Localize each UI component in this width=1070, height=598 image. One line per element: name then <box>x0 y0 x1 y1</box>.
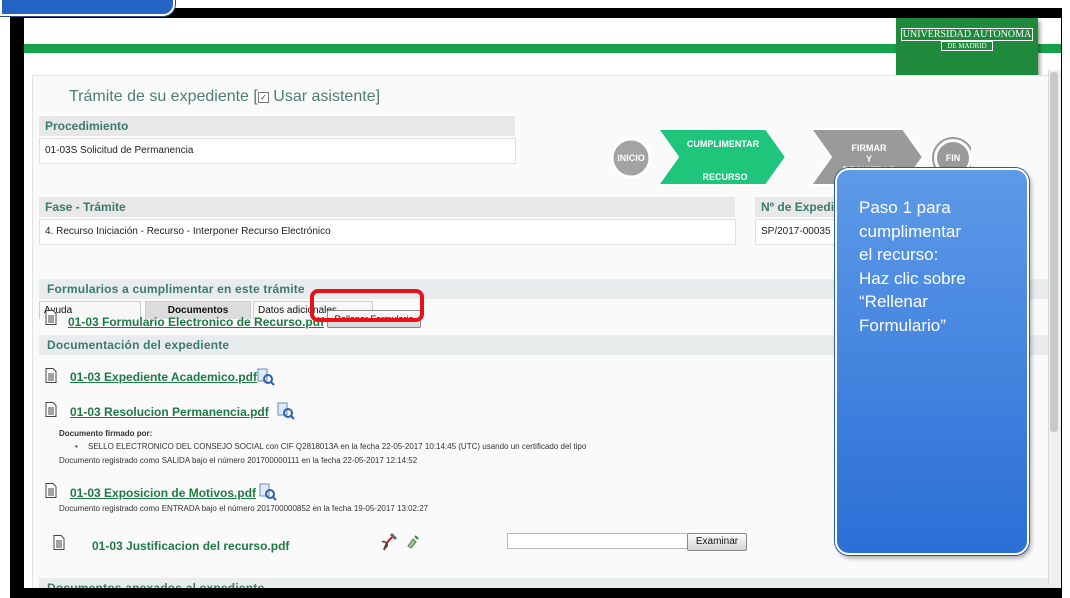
form-document-link[interactable]: 01-03 Formulario Electronico de Recurso.… <box>68 315 324 329</box>
procedure-header: Procedimiento <box>39 116 515 136</box>
phase-value: 4. Recurso Iniciación - Recurso - Interp… <box>39 219 736 245</box>
sign-document-icon[interactable] <box>378 530 402 554</box>
file-path-input[interactable] <box>507 533 689 549</box>
registry-detail: Documento registrado como SALIDA bajo el… <box>59 456 418 465</box>
assistant-checkbox[interactable]: ✓ <box>257 92 269 103</box>
highlight-box <box>310 289 424 322</box>
instruction-callout: Paso 1 para cumplimentar el recurso: Haz… <box>835 168 1029 555</box>
document-icon <box>45 310 57 325</box>
wizard-step-cumplimentar-line2: RECURSO <box>702 172 747 182</box>
scrollbar-thumb[interactable] <box>1050 72 1058 432</box>
attach-icon[interactable] <box>405 534 421 550</box>
wizard-step-fin: FIN <box>946 153 961 163</box>
annexed-section-header: Documentos anexados al expediente <box>39 578 1058 588</box>
view-document-icon[interactable] <box>259 483 277 501</box>
wizard-step-inicio: INICIO <box>617 153 645 163</box>
page-title: Trámite de su expediente [✓ Usar asisten… <box>69 88 380 106</box>
doc-link-exposicion[interactable]: 01-03 Exposicion de Motivos.pdf <box>70 486 256 500</box>
doc-link-expediente[interactable]: 01-03 Expediente Academico.pdf <box>70 370 257 384</box>
title-suffix: Usar asistente] <box>273 88 381 105</box>
document-icon <box>53 535 65 550</box>
procedure-value: 01-03S Solicitud de Permanencia <box>39 138 516 164</box>
registry-detail: Documento registrado como ENTRADA bajo e… <box>59 504 429 513</box>
wizard-step-firmar-line1: FIRMAR <box>852 143 887 153</box>
document-icon <box>45 483 57 498</box>
view-document-icon[interactable] <box>257 368 275 386</box>
document-icon <box>45 402 57 417</box>
wizard-step-firmar-line2: Y <box>866 154 872 164</box>
wizard-step-cumplimentar-line1: CUMPLIMENTAR <box>687 139 760 149</box>
overlay-tab-shape <box>0 0 175 16</box>
logo-text-line1: UNIVERSIDAD AUTONOMA <box>901 28 1033 41</box>
phase-header: Fase - Trámite <box>39 197 735 217</box>
signer-bullet: • <box>75 442 78 451</box>
signed-by-label: Documento firmado por: <box>59 429 153 438</box>
title-prefix: Trámite de su expediente [ <box>69 88 258 105</box>
document-icon <box>45 368 57 383</box>
doc-link-resolucion[interactable]: 01-03 Resolucion Permanencia.pdf <box>70 405 269 419</box>
browse-button[interactable]: Examinar <box>687 533 747 551</box>
doc-justificacion: 01-03 Justificacion del recurso.pdf <box>92 539 290 553</box>
logo-text-line2: DE MADRID <box>941 41 993 51</box>
signer-detail: SELLO ELECTRONICO DEL CONSEJO SOCIAL con… <box>88 442 587 451</box>
view-document-icon[interactable] <box>277 402 295 420</box>
